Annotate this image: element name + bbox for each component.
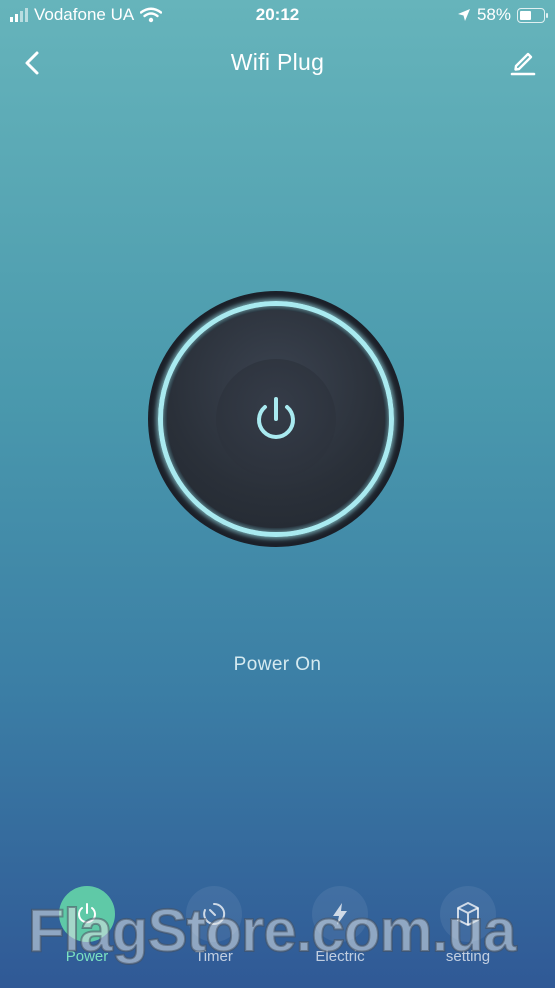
battery-fill (520, 10, 532, 20)
tab-electric-label: Electric (315, 948, 365, 965)
nav-bar: Wifi Plug (0, 40, 555, 86)
tab-timer-label: Timer (195, 948, 233, 965)
battery-percent: 58% (476, 5, 511, 24)
status-right: 58% (457, 5, 548, 25)
tab-electric[interactable]: Electric (295, 886, 385, 965)
tab-setting-circle (440, 886, 496, 942)
edit-button[interactable] (507, 46, 539, 78)
battery-icon (517, 7, 548, 23)
power-status: Power On (233, 654, 322, 675)
location-arrow-icon (457, 9, 470, 21)
tab-timer[interactable]: Timer (169, 886, 259, 965)
chevron-left-icon (25, 51, 39, 75)
tab-power-circle (59, 886, 115, 942)
tab-setting[interactable]: setting (423, 886, 513, 965)
tab-power[interactable]: Power (42, 886, 132, 965)
tab-timer-circle (186, 886, 242, 942)
pencil-icon (510, 52, 536, 76)
timer-icon (203, 902, 226, 925)
lightning-icon (333, 903, 347, 925)
tab-electric-circle (312, 886, 368, 942)
page-title: Wifi Plug (230, 49, 325, 75)
tab-bar: Power Timer Electric setting (0, 880, 555, 988)
power-toggle-button[interactable] (150, 293, 406, 549)
power-icon (78, 903, 96, 924)
status-bar: Vodafone UA 20:12 58% (0, 0, 555, 32)
tab-setting-label: setting (445, 948, 491, 965)
back-button[interactable] (18, 48, 48, 78)
tab-power-label: Power (65, 948, 109, 965)
cube-icon (457, 902, 479, 926)
power-icon (257, 397, 295, 439)
